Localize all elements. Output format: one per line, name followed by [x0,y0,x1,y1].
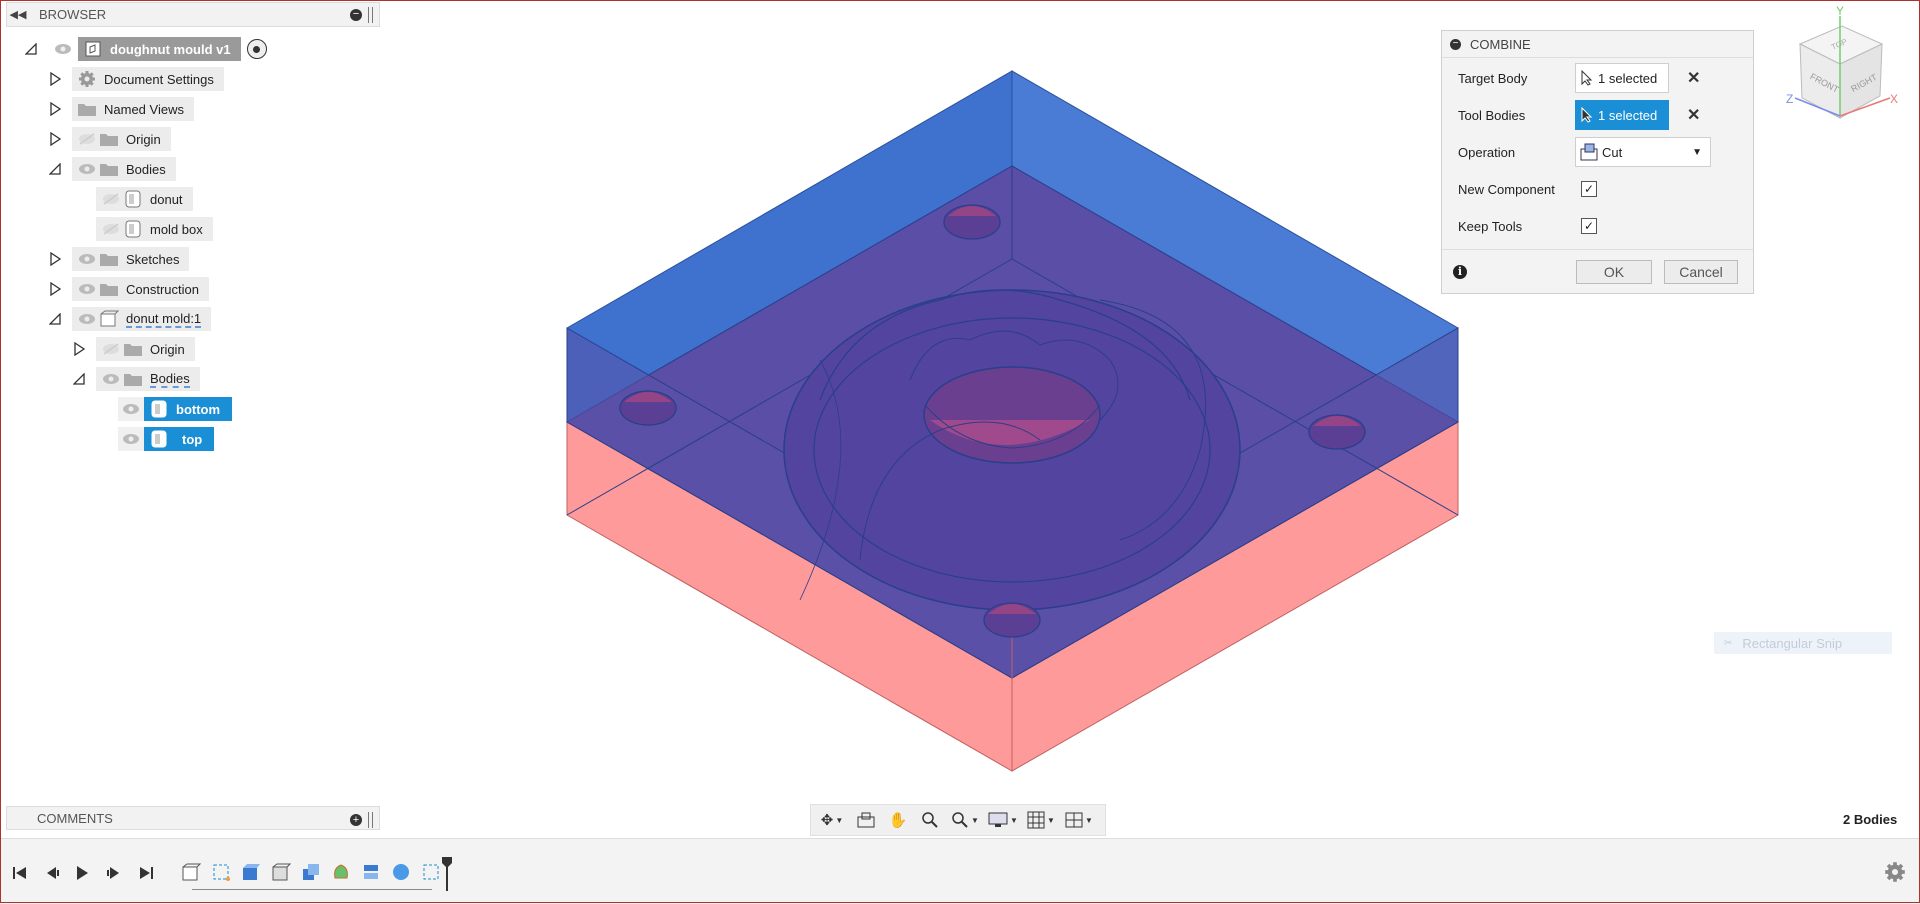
timeline-sketch-icon-2[interactable] [420,861,442,883]
target-body-value: 1 selected [1598,70,1658,86]
comments-grip-handle[interactable] [368,812,373,828]
step-back-icon[interactable] [42,863,62,883]
target-body-label: Target Body [1458,70,1528,86]
go-to-end-icon[interactable] [136,863,156,883]
view-cube[interactable] [1780,6,1905,126]
timeline-sphere-icon[interactable] [390,861,412,883]
collapse-dialog-button[interactable]: − [1450,38,1461,50]
cut-icon [1576,143,1602,161]
keep-tools-checkbox[interactable]: ✓ [1581,218,1597,234]
timeline-track [192,889,432,890]
pan-hand-icon[interactable]: ✋ [883,807,913,833]
play-icon[interactable] [72,863,92,883]
timeline-settings-gear-icon[interactable] [1884,861,1906,883]
look-at-icon[interactable] [851,807,881,833]
timeline-combine-icon[interactable] [300,861,322,883]
tool-bodies-label: Tool Bodies [1458,107,1526,123]
timeline-bar [0,838,1920,904]
axis-z-label: Z [1786,92,1794,106]
cursor-arrow-icon [1576,70,1598,86]
ok-button[interactable]: OK [1576,260,1652,284]
axis-y-label: Y [1836,4,1845,18]
donut-cavity-hole [923,366,1101,464]
add-comment-button[interactable]: + [350,814,362,826]
rectangular-snip-overlay: ✂ Rectangular Snip [1714,632,1892,654]
timeline-extrude-icon[interactable] [240,861,262,883]
tool-bodies-value: 1 selected [1598,107,1658,123]
clear-target-button[interactable]: ✕ [1687,68,1700,88]
chevron-down-icon: ▼ [1692,146,1702,158]
timeline-body-icon[interactable] [270,861,292,883]
comments-panel: COMMENTS + [6,806,380,830]
tool-bodies-select[interactable]: 1 selected [1575,100,1669,130]
combine-title: COMBINE [1470,36,1531,52]
viewports-icon[interactable]: ▼ [1061,807,1097,833]
info-icon[interactable]: i [1453,265,1467,279]
snip-icon: ✂ [1724,637,1733,649]
new-component-checkbox[interactable]: ✓ [1581,181,1597,197]
timeline-component-icon[interactable] [180,861,202,883]
new-component-label: New Component [1458,181,1555,197]
timeline-sketch-icon[interactable] [210,861,232,883]
combine-dialog: − COMBINE Target Body 1 selected ✕ Tool … [1441,30,1754,294]
operation-label: Operation [1458,144,1516,160]
bodies-count: 2 Bodies [1843,812,1898,827]
axis-x-label: X [1890,92,1899,106]
keep-tools-label: Keep Tools [1458,218,1523,234]
operation-value: Cut [1602,144,1623,160]
step-forward-icon[interactable] [104,863,124,883]
timeline-marker[interactable] [442,857,452,891]
clear-tool-button[interactable]: ✕ [1687,105,1700,125]
go-to-start-icon[interactable] [10,863,30,883]
target-body-select[interactable]: 1 selected [1575,63,1669,93]
timeline-revolve-icon[interactable] [330,861,352,883]
display-settings-icon[interactable]: ▼ [985,807,1021,833]
operation-dropdown[interactable]: Cut ▼ [1575,137,1711,167]
cancel-button[interactable]: Cancel [1664,260,1738,284]
zoom-icon[interactable] [915,807,945,833]
orbit-icon[interactable]: ✥ ▼ [815,807,849,833]
navigation-toolbar: ✥ ▼ ✋ ▼ ▼ ▼ ▼ [810,804,1106,836]
timeline-split-icon[interactable] [360,861,382,883]
cursor-arrow-icon [1576,107,1598,123]
fit-icon[interactable]: ▼ [947,807,983,833]
snip-label: Rectangular Snip [1742,635,1843,651]
comments-title: COMMENTS [37,810,113,826]
grid-icon[interactable]: ▼ [1023,807,1059,833]
